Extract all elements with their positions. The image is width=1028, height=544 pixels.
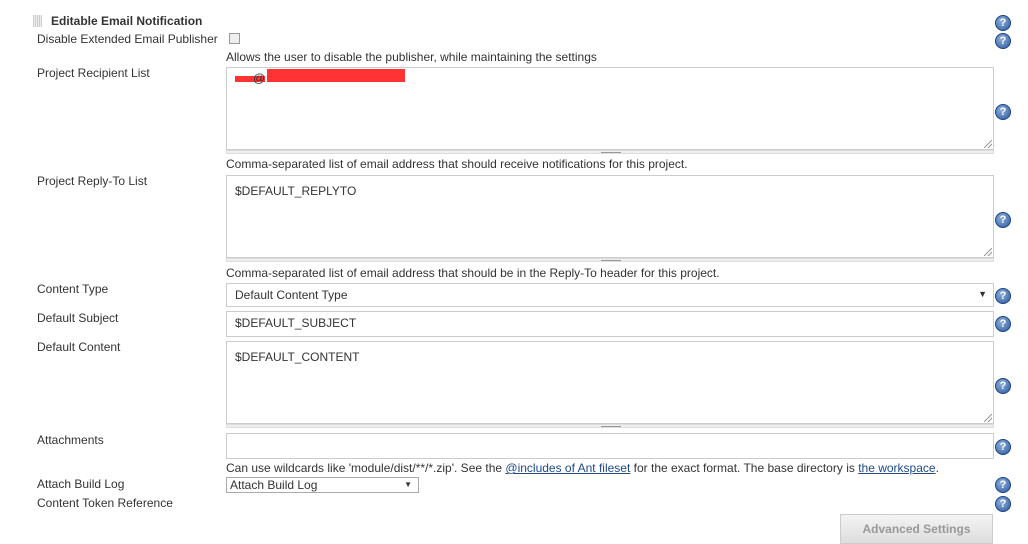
replyto-textarea[interactable]: $DEFAULT_REPLYTO	[226, 175, 994, 258]
textarea-grip[interactable]	[226, 424, 994, 428]
content-type-value: Default Content Type	[235, 288, 348, 302]
help-icon[interactable]: ?	[995, 496, 1011, 512]
dropdown-arrow-icon: ▼	[404, 480, 412, 489]
resize-handle-icon[interactable]	[984, 140, 992, 148]
recipient-textarea[interactable]: @	[226, 67, 994, 150]
help-icon[interactable]: ?	[995, 15, 1011, 31]
resize-handle-icon[interactable]	[984, 248, 992, 256]
workspace-link[interactable]: the workspace	[858, 461, 935, 475]
content-value: $DEFAULT_CONTENT	[235, 350, 360, 364]
subject-value: $DEFAULT_SUBJECT	[235, 316, 357, 330]
disable-checkbox[interactable]	[229, 33, 240, 44]
disable-description: Allows the user to disable the publisher…	[226, 50, 597, 64]
build-log-value: Attach Build Log	[230, 478, 318, 492]
resize-handle-icon[interactable]	[984, 414, 992, 422]
recipient-label: Project Recipient List	[37, 66, 150, 80]
help-icon[interactable]: ?	[995, 378, 1011, 394]
textarea-grip[interactable]	[226, 258, 994, 262]
build-log-label: Attach Build Log	[37, 477, 125, 491]
advanced-label: Advanced Settings	[862, 522, 971, 536]
attachments-input[interactable]	[226, 433, 994, 459]
disable-label: Disable Extended Email Publisher	[37, 32, 218, 46]
help-icon[interactable]: ?	[995, 33, 1011, 49]
recipient-value: @	[253, 71, 266, 85]
redaction	[267, 69, 405, 82]
help-icon[interactable]: ?	[995, 477, 1011, 493]
replyto-label: Project Reply-To List	[37, 174, 148, 188]
content-label: Default Content	[37, 340, 121, 354]
ant-fileset-link[interactable]: @includes of Ant fileset	[505, 461, 630, 475]
attachments-label: Attachments	[37, 433, 104, 447]
help-icon[interactable]: ?	[995, 439, 1011, 455]
recipient-description: Comma-separated list of email address th…	[226, 157, 688, 171]
content-type-label: Content Type	[37, 282, 109, 296]
content-type-select[interactable]: Default Content Type ▼	[226, 283, 994, 307]
help-icon[interactable]: ?	[995, 212, 1011, 228]
help-icon[interactable]: ?	[995, 104, 1011, 120]
token-ref-label: Content Token Reference	[37, 496, 173, 510]
replyto-value: $DEFAULT_REPLYTO	[235, 184, 357, 198]
build-log-select[interactable]: Attach Build Log ▼	[226, 477, 419, 493]
dropdown-arrow-icon: ▼	[978, 289, 987, 299]
subject-input[interactable]: $DEFAULT_SUBJECT	[226, 311, 994, 337]
help-icon[interactable]: ?	[995, 288, 1011, 304]
section-title: Editable Email Notification	[51, 14, 203, 28]
attachments-description: Can use wildcards like 'module/dist/**/*…	[226, 461, 939, 475]
desc-text: Can use wildcards like 'module/dist/**/*…	[226, 461, 506, 475]
advanced-settings-button[interactable]: Advanced Settings	[840, 514, 993, 544]
textarea-grip[interactable]	[226, 150, 994, 154]
subject-label: Default Subject	[37, 311, 119, 325]
help-icon[interactable]: ?	[995, 316, 1011, 332]
desc-text: .	[935, 461, 939, 475]
replyto-description: Comma-separated list of email address th…	[226, 266, 720, 280]
desc-text: for the exact format. The base directory…	[630, 461, 859, 475]
content-textarea[interactable]: $DEFAULT_CONTENT	[226, 341, 994, 424]
drag-handle-icon[interactable]	[33, 15, 42, 27]
